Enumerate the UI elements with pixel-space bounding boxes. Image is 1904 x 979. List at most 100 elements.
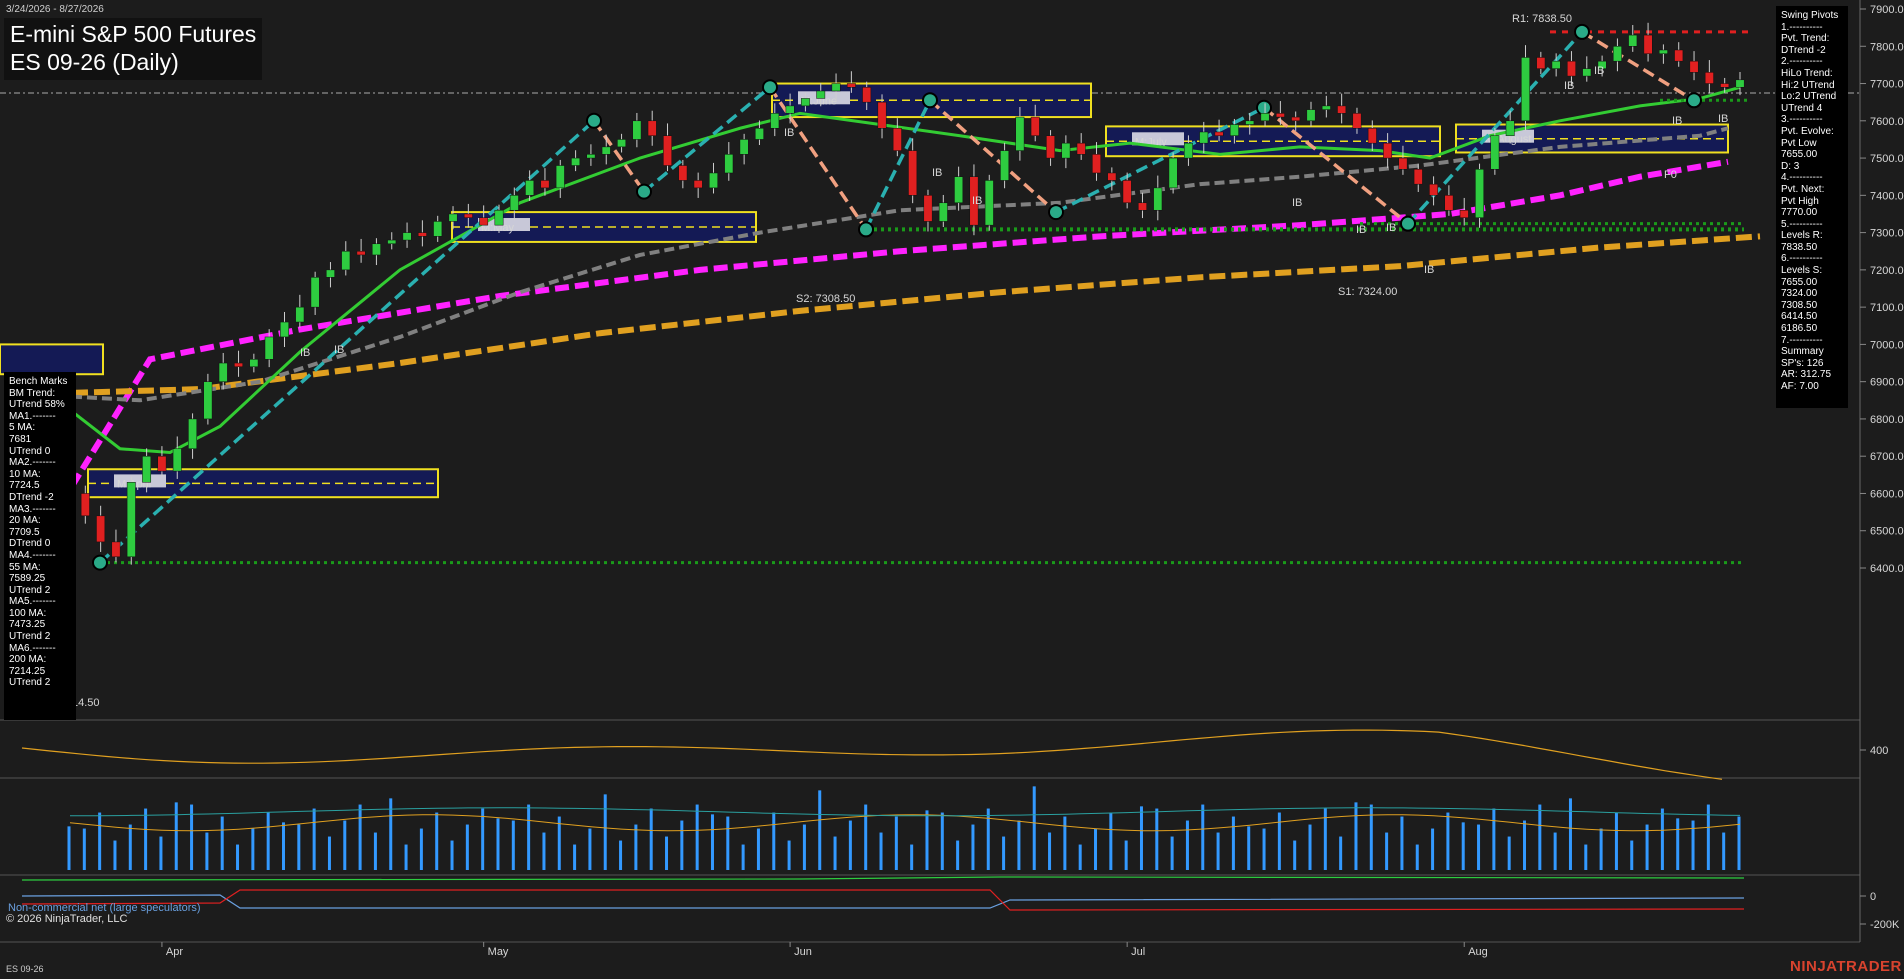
volume-bar	[1124, 840, 1128, 870]
candle-up	[938, 202, 948, 222]
candle-up	[1168, 157, 1178, 189]
volume-bar	[67, 826, 71, 870]
candle-down	[1107, 172, 1117, 181]
candle-down	[1689, 60, 1699, 73]
candle-up	[770, 113, 780, 129]
ib-label: IB	[784, 127, 794, 139]
candle-up	[709, 172, 718, 189]
candle-down	[1704, 72, 1714, 84]
volume-bar	[1369, 804, 1373, 870]
candle-up	[525, 180, 535, 196]
candle-up	[172, 448, 182, 472]
volume-bar	[557, 816, 561, 870]
candle-down	[356, 250, 366, 256]
candle-down	[846, 83, 856, 88]
candle-up	[831, 83, 841, 92]
candle-down	[1413, 168, 1423, 185]
candle-up	[739, 139, 749, 155]
candle-up	[555, 165, 565, 189]
candle-down	[96, 515, 106, 543]
candle-up	[433, 221, 443, 237]
instrument-footer: ES 09-26	[6, 964, 44, 974]
volume-bar	[82, 828, 86, 870]
volume-bar	[1385, 832, 1389, 870]
swing-pivot-dot	[586, 112, 602, 129]
y-tick-label: 6400.00	[1870, 563, 1904, 575]
candle-down	[80, 493, 90, 517]
candle-down	[417, 232, 427, 237]
candle-down	[1674, 49, 1684, 62]
swing-pivot-dot	[922, 92, 938, 109]
candle-up	[785, 105, 795, 114]
candle-up	[326, 269, 335, 278]
volume-bar	[1354, 802, 1358, 870]
volume-bar	[205, 832, 209, 870]
candle-up	[1613, 46, 1622, 62]
candle-up	[617, 139, 626, 148]
candle-down	[877, 101, 887, 129]
candle-up	[218, 362, 228, 382]
y-tick-label: 7000.00	[1870, 339, 1904, 351]
candle-up	[984, 180, 994, 226]
candle-up	[402, 232, 412, 241]
swing-segment	[642, 85, 772, 193]
s2-label: S2: 7308.50	[796, 293, 855, 305]
volume-bar	[1477, 824, 1481, 870]
volume-bar	[1446, 812, 1450, 870]
y-tick-label: 7300.00	[1870, 228, 1904, 240]
volume-bar	[481, 808, 485, 870]
swing-pivot-dot	[762, 79, 778, 96]
volume-bar	[1584, 844, 1588, 870]
volume-bar	[940, 812, 944, 870]
volume-bar	[634, 824, 638, 870]
volume-bar	[496, 818, 500, 870]
candle-up	[387, 239, 397, 245]
candle-up	[816, 90, 826, 99]
candle-down	[1046, 135, 1055, 159]
volume-bar	[848, 820, 852, 870]
candle-up	[249, 359, 259, 368]
candle-up	[341, 250, 351, 271]
volume-bar	[266, 812, 270, 870]
candle-down	[1092, 154, 1101, 174]
candle-down	[111, 541, 121, 558]
volume-bar	[1109, 812, 1113, 870]
volume-bar	[450, 840, 454, 870]
chart-title: E-mini S&P 500 Futures ES 09-26 (Daily)	[4, 18, 263, 80]
volume-bar	[1538, 804, 1542, 870]
volume-bar	[1017, 820, 1021, 870]
volume-bar	[159, 836, 163, 870]
swing-pivot-dot	[858, 221, 874, 238]
ib-label: IB	[1594, 65, 1604, 77]
volume-bar	[251, 828, 255, 870]
y-tick-label: 6900.00	[1870, 377, 1904, 389]
volume-bar	[1293, 840, 1297, 870]
y-tick-label: 6800.00	[1870, 414, 1904, 426]
r1-label: R1: 7838.50	[1512, 13, 1572, 25]
volume-bar	[144, 808, 148, 870]
candle-up	[188, 418, 197, 449]
ib-label: IB	[300, 347, 310, 359]
ib-label: IB	[1356, 224, 1366, 236]
volume-bar	[1231, 816, 1235, 870]
volume-bar	[1507, 836, 1511, 870]
candle-down	[1444, 195, 1454, 211]
y-tick-label: 6500.00	[1870, 526, 1904, 538]
volume-bar	[1262, 828, 1266, 870]
volume-bar	[373, 832, 377, 870]
title-instrument: E-mini S&P 500 Futures	[10, 21, 257, 47]
cot-tick-label: -200K	[1870, 919, 1900, 931]
candle-up	[1184, 142, 1193, 159]
candle-up	[1306, 109, 1316, 122]
swing-pivot-dot	[636, 183, 652, 200]
swing-pivot-dot	[1256, 99, 1272, 116]
volume-bar	[128, 824, 132, 870]
volume-bar	[833, 836, 837, 870]
volume-bar	[1170, 836, 1174, 870]
volume-bar	[327, 836, 331, 870]
candle-up	[371, 243, 381, 256]
candle-up	[601, 146, 611, 155]
candle-up	[1475, 168, 1484, 218]
volume-bar	[419, 828, 423, 870]
volume-bar	[98, 812, 102, 870]
